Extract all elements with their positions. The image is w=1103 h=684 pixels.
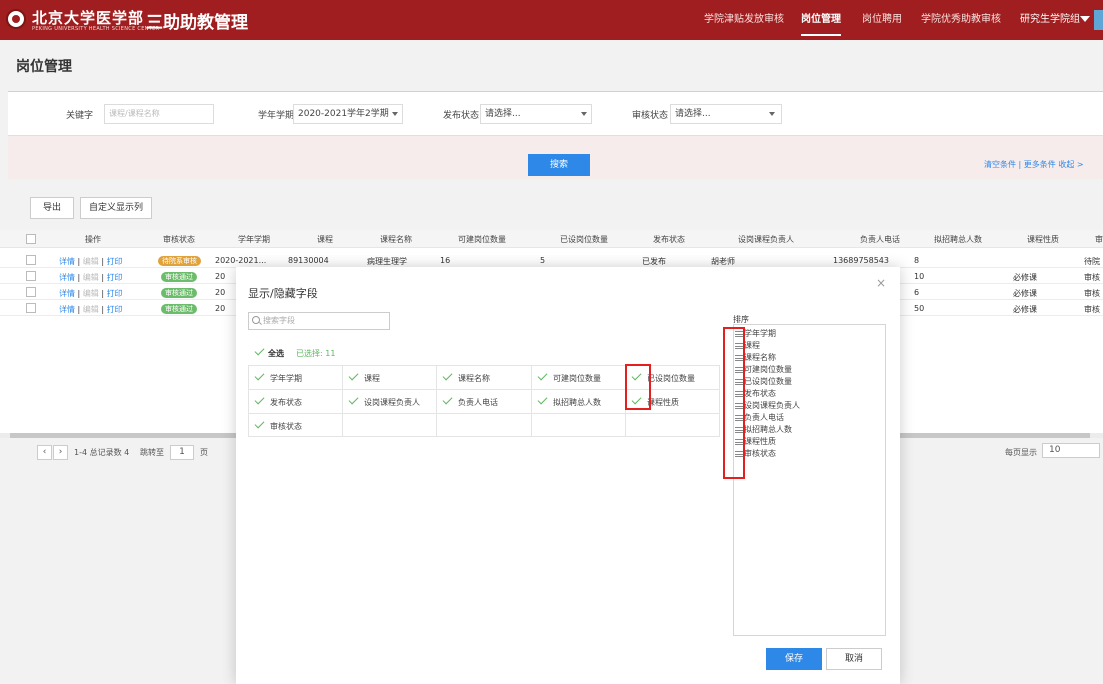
search-icon [252,316,260,324]
annotation-highlight [723,327,745,479]
grid-divider [531,365,532,437]
close-icon[interactable]: × [876,276,886,290]
cancel-button[interactable]: 取消 [826,648,882,670]
select-all-toggle[interactable]: 全选 [268,348,284,359]
field-option[interactable]: 设岗课程负责人 [364,397,420,408]
field-option[interactable]: 发布状态 [270,397,302,408]
field-option[interactable]: 学年学期 [270,373,302,384]
grid-divider [248,413,720,414]
field-search-input[interactable]: 搜索字段 [248,312,390,330]
field-option[interactable]: 课程 [364,373,380,384]
field-option[interactable]: 课程名称 [458,373,490,384]
selected-count: 已选择: 11 [296,349,336,358]
dialog-title: 显示/隐藏字段 [248,287,318,300]
save-button[interactable]: 保存 [766,648,822,670]
field-option[interactable]: 审核状态 [270,421,302,432]
grid-divider [436,365,437,437]
field-option[interactable]: 可建岗位数量 [553,373,601,384]
field-option[interactable]: 课程性质 [647,397,679,408]
grid-divider [342,365,343,437]
annotation-highlight [625,364,651,410]
field-option[interactable]: 负责人电话 [458,397,498,408]
field-option[interactable]: 拟招聘总人数 [553,397,601,408]
field-option[interactable]: 已设岗位数量 [647,373,695,384]
